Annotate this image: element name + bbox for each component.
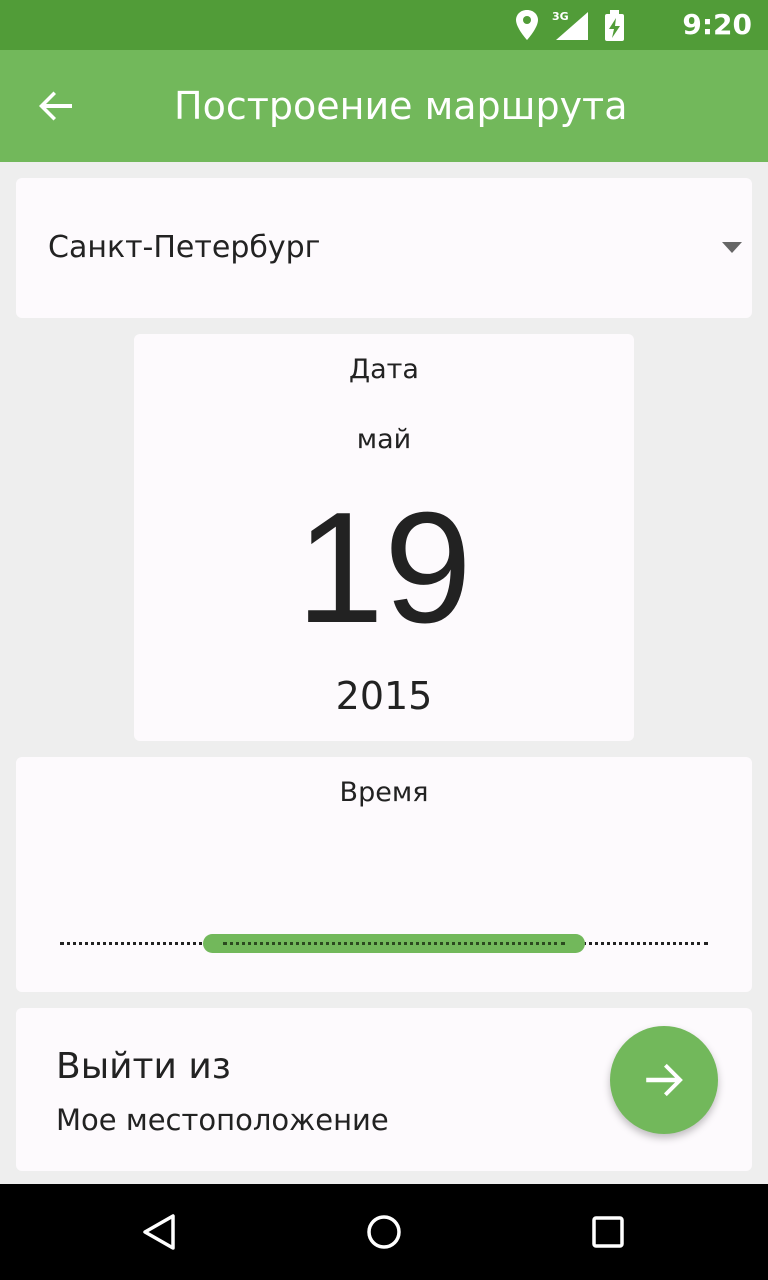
back-button[interactable] xyxy=(24,74,88,138)
status-time: 9:20 xyxy=(682,8,752,41)
status-icons: 3G xyxy=(516,8,656,42)
nav-home-button[interactable] xyxy=(354,1202,414,1262)
page-title: Построение маршрута xyxy=(174,84,628,128)
back-nav-icon xyxy=(143,1214,175,1250)
departure-title: Выйти из xyxy=(56,1046,231,1087)
build-route-button[interactable] xyxy=(610,1026,718,1134)
arrow-back-icon xyxy=(39,91,72,121)
recents-nav-icon xyxy=(592,1216,624,1248)
date-day[interactable]: 19 xyxy=(134,482,634,654)
time-label: Время xyxy=(339,777,429,808)
date-year[interactable]: 2015 xyxy=(134,674,634,718)
time-range-selection[interactable] xyxy=(203,934,585,953)
signal-icon: 3G xyxy=(552,10,588,40)
system-nav-bar xyxy=(0,1184,768,1280)
date-month[interactable]: май xyxy=(134,424,634,455)
time-range-inner-track xyxy=(223,942,565,945)
nav-recents-button[interactable] xyxy=(578,1202,638,1262)
location-icon xyxy=(516,10,538,40)
app-bar: Построение маршрута xyxy=(0,50,768,162)
home-nav-icon xyxy=(367,1215,401,1249)
arrow-forward-icon xyxy=(646,1063,683,1097)
departure-location[interactable]: Мое местоположение xyxy=(56,1103,389,1137)
status-bar: 3G 9:20 xyxy=(0,0,768,50)
departure-card[interactable]: Выйти из Мое местоположение xyxy=(16,1008,752,1171)
date-picker-card[interactable]: Дата май 19 2015 xyxy=(134,334,634,741)
date-label: Дата xyxy=(349,354,419,385)
nav-back-button[interactable] xyxy=(130,1202,190,1262)
city-selected-value: Санкт-Петербург xyxy=(48,230,321,265)
time-range-card: Время xyxy=(16,757,752,992)
status-icons-svg: 3G xyxy=(516,10,624,41)
dropdown-arrow-icon xyxy=(722,242,742,253)
battery-icon xyxy=(605,10,624,41)
network-type-label: 3G xyxy=(552,10,569,23)
city-spinner[interactable]: Санкт-Петербург xyxy=(16,178,752,318)
